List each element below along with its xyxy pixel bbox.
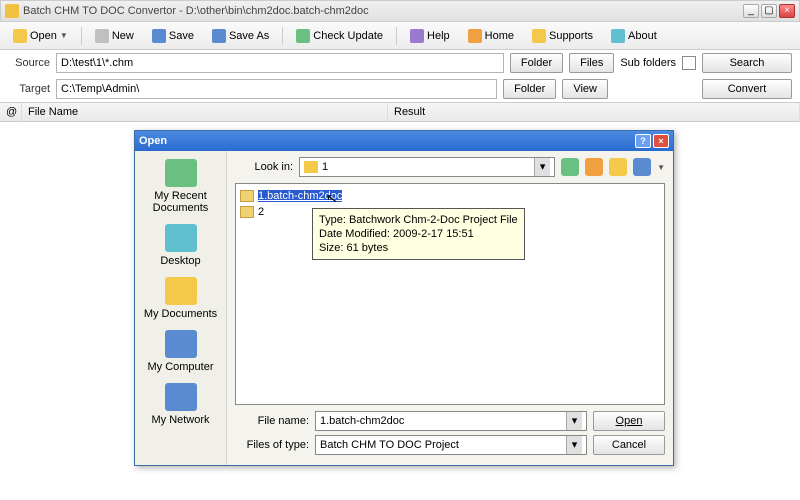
source-row: Source Folder Files Sub folders Search	[0, 50, 800, 76]
supports-button[interactable]: Supports	[525, 26, 600, 46]
chevron-down-icon: ▼	[60, 31, 68, 40]
window-title: Batch CHM TO DOC Convertor - D:\other\bi…	[23, 5, 743, 17]
subfolders-label: Sub folders	[620, 57, 676, 69]
home-button[interactable]: Home	[461, 26, 521, 46]
grid-header: @ File Name Result	[0, 102, 800, 122]
desktop-icon	[165, 224, 197, 252]
chevron-down-icon: ▾	[566, 412, 582, 430]
place-recent[interactable]: My Recent Documents	[141, 159, 221, 214]
save-icon	[152, 29, 166, 43]
new-button[interactable]: New	[88, 26, 141, 46]
check-update-button[interactable]: Check Update	[289, 26, 390, 46]
file-tooltip: Type: Batchwork Chm-2-Doc Project File D…	[312, 208, 525, 260]
maximize-button[interactable]: ▢	[761, 4, 777, 18]
mycomp-icon	[165, 330, 197, 358]
place-mynet[interactable]: My Network	[141, 383, 221, 426]
open-button[interactable]: Open▼	[6, 26, 75, 46]
dialog-titlebar[interactable]: Open ? ×	[135, 131, 673, 151]
close-button[interactable]: ×	[779, 4, 795, 18]
main-toolbar: Open▼ New Save Save As Check Update Help…	[0, 22, 800, 50]
separator	[81, 27, 82, 45]
home-icon	[468, 29, 482, 43]
place-mydocs[interactable]: My Documents	[141, 277, 221, 320]
dialog-close-button[interactable]: ×	[653, 134, 669, 148]
dialog-cancel-button[interactable]: Cancel	[593, 435, 665, 455]
file-icon	[240, 190, 254, 202]
source-files-button[interactable]: Files	[569, 53, 614, 73]
save-button[interactable]: Save	[145, 26, 201, 46]
source-folder-button[interactable]: Folder	[510, 53, 563, 73]
filename-combo[interactable]: 1.batch-chm2doc▾	[315, 411, 587, 431]
target-folder-button[interactable]: Folder	[503, 79, 556, 99]
help-button[interactable]: Help	[403, 26, 457, 46]
mynet-icon	[165, 383, 197, 411]
about-button[interactable]: About	[604, 26, 664, 46]
supports-icon	[532, 29, 546, 43]
help-icon	[410, 29, 424, 43]
folder-icon	[304, 161, 318, 173]
open-folder-icon	[13, 29, 27, 43]
filetype-combo[interactable]: Batch CHM TO DOC Project▾	[315, 435, 587, 455]
separator	[282, 27, 283, 45]
source-label: Source	[8, 57, 50, 69]
up-icon[interactable]	[585, 158, 603, 176]
filetype-label: Files of type:	[235, 439, 309, 451]
target-input[interactable]	[56, 79, 497, 99]
chevron-down-icon: ▾	[566, 436, 582, 454]
open-dialog: Open ? × My Recent Documents Desktop My …	[134, 130, 674, 466]
separator	[396, 27, 397, 45]
chevron-down-icon: ▾	[534, 158, 550, 176]
recent-icon	[165, 159, 197, 187]
save-as-icon	[212, 29, 226, 43]
file-item[interactable]: 1.batch-chm2doc	[240, 188, 660, 204]
main-titlebar: Batch CHM TO DOC Convertor - D:\other\bi…	[0, 0, 800, 22]
target-view-button[interactable]: View	[562, 79, 608, 99]
place-desktop[interactable]: Desktop	[141, 224, 221, 267]
new-doc-icon	[95, 29, 109, 43]
dialog-open-button[interactable]: Open	[593, 411, 665, 431]
views-icon[interactable]	[633, 158, 651, 176]
file-list[interactable]: 1.batch-chm2doc 2 ↖ Type: Batchwork Chm-…	[235, 183, 665, 405]
dialog-title: Open	[139, 135, 633, 147]
about-icon	[611, 29, 625, 43]
save-as-button[interactable]: Save As	[205, 26, 276, 46]
back-icon[interactable]	[561, 158, 579, 176]
folder-icon	[240, 206, 254, 218]
dialog-help-button[interactable]: ?	[635, 134, 651, 148]
subfolders-checkbox[interactable]	[682, 56, 696, 70]
lookin-combo[interactable]: 1 ▾	[299, 157, 555, 177]
place-mycomp[interactable]: My Computer	[141, 330, 221, 373]
col-result[interactable]: Result	[388, 103, 800, 121]
chevron-down-icon[interactable]: ▼	[657, 163, 665, 172]
lookin-label: Look in:	[235, 161, 293, 173]
app-icon	[5, 4, 19, 18]
lookin-row: Look in: 1 ▾ ▼	[235, 157, 665, 177]
source-input[interactable]	[56, 53, 504, 73]
minimize-button[interactable]: _	[743, 4, 759, 18]
col-at[interactable]: @	[0, 103, 22, 121]
search-button[interactable]: Search	[702, 53, 792, 73]
target-row: Target Folder View Convert	[0, 76, 800, 102]
filename-label: File name:	[235, 415, 309, 427]
target-label: Target	[8, 83, 50, 95]
places-bar: My Recent Documents Desktop My Documents…	[135, 151, 227, 465]
newfolder-icon[interactable]	[609, 158, 627, 176]
col-filename[interactable]: File Name	[22, 103, 388, 121]
mydocs-icon	[165, 277, 197, 305]
convert-button[interactable]: Convert	[702, 79, 792, 99]
update-icon	[296, 29, 310, 43]
